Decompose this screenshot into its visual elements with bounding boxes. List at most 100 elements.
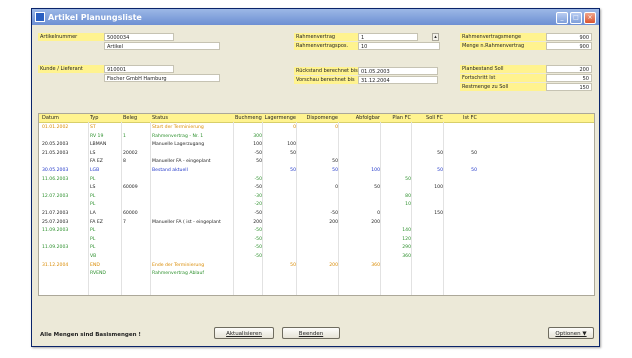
table-cell: -50 (254, 211, 262, 216)
table-cell (445, 262, 477, 269)
kunde-field[interactable]: 910001 (104, 65, 174, 73)
table-cell (340, 244, 380, 251)
column-header[interactable]: Dispomenge (298, 114, 338, 122)
table-cell: PL (90, 245, 96, 251)
optionen-label: Optionen ▼ (555, 331, 587, 337)
table-cell (264, 193, 296, 200)
kunde-label: Kunde / Lieferant (38, 65, 104, 73)
rahmenvertrag-field[interactable]: 1 (358, 33, 418, 41)
table-row[interactable]: 11.09.2003 PL -50 290 (39, 244, 594, 251)
artikel-description-field[interactable]: Artikel (104, 42, 220, 50)
table-row[interactable]: RVEND Rahmenvertrag Ablauf (39, 270, 594, 277)
table-cell (123, 253, 150, 260)
table-row[interactable]: 21.07.2003 LA 60000 -50 -50 0 150 (39, 210, 594, 217)
table-cell: LGB (90, 168, 100, 173)
table-cell (123, 201, 150, 208)
column-header[interactable]: Ist FC (445, 114, 477, 122)
table-cell (445, 158, 477, 165)
optionen-button[interactable]: Optionen ▼ (548, 327, 594, 339)
table-row[interactable]: 21.05.2003 LS 20002 -50 50 50 50 (39, 150, 594, 157)
table-cell: 100 (287, 142, 296, 148)
table-row[interactable]: VB -50 360 (39, 253, 594, 260)
column-header[interactable]: Abfolgbar (340, 114, 380, 122)
table-cell: -50 (254, 254, 262, 259)
planning-table[interactable]: Datum Typ Beleg Status Buchmenge Lagermenge Di… (38, 113, 595, 296)
table-cell: 21.05.2003 (42, 150, 69, 156)
table-row[interactable]: FA EZ 8 Manueller FA - eingeplant 50 50 (39, 158, 594, 165)
rahmenvertragsposition-label: Rahmenvertragspos. (294, 42, 358, 50)
table-cell: 0 (377, 211, 380, 216)
table-row[interactable]: 11.06.2003 PL -50 50 (39, 176, 594, 183)
title-bar[interactable]: Artikel Planungsliste _ □ × (32, 9, 599, 25)
table-row[interactable]: PL -50 120 (39, 236, 594, 243)
column-header[interactable]: Lagermenge (264, 114, 296, 122)
table-cell (413, 253, 443, 260)
table-cell (298, 227, 338, 234)
table-cell: 80 (405, 193, 411, 199)
column-header[interactable]: Plan FC (382, 114, 411, 122)
table-row[interactable]: RV 19 1 Rahmenvertrag - Nr. 1 300 (39, 133, 594, 140)
maximize-button[interactable]: □ (570, 12, 582, 24)
column-header[interactable]: Datum (42, 114, 88, 122)
aktualisieren-button[interactable]: Aktualisieren (214, 327, 274, 339)
table-cell (264, 219, 296, 226)
table-cell: 100 (253, 142, 262, 148)
table-cell (264, 158, 296, 165)
minimize-button[interactable]: _ (556, 12, 568, 24)
column-header[interactable]: Status (152, 114, 232, 122)
table-row[interactable]: PL -20 10 (39, 201, 594, 208)
table-cell: 360 (371, 262, 380, 268)
table-cell (382, 150, 411, 157)
table-cell (152, 150, 232, 157)
table-cell (235, 262, 262, 269)
menge-rahmenvertrag-field: 900 (546, 42, 592, 50)
table-cell (123, 124, 150, 131)
table-cell: -50 (254, 185, 262, 191)
beenden-button[interactable]: Beenden (282, 327, 340, 339)
column-header[interactable]: Buchmenge (235, 114, 262, 122)
column-header[interactable]: Beleg (123, 114, 150, 122)
table-cell (382, 219, 411, 226)
table-cell (264, 253, 296, 260)
kunde-name-field[interactable]: Fischer GmbH Hamburg (104, 74, 220, 82)
restmenge-label: Restmenge zu Soll (460, 83, 546, 91)
table-row[interactable]: 11.09.2003 PL -50 140 (39, 227, 594, 234)
table-row[interactable]: LS 60009 -50 0 50 100 (39, 184, 594, 191)
column-header[interactable]: Soll FC (413, 114, 443, 122)
close-button[interactable]: × (584, 12, 596, 24)
aktualisieren-label: Aktualisieren (226, 331, 262, 337)
table-cell: PL (90, 193, 96, 199)
table-cell (340, 176, 380, 183)
vorschau-field[interactable]: 31.12.2004 (358, 76, 438, 84)
table-row[interactable]: 25.07.2003 FA EZ 7 Manueller FA ( ist - ein… (39, 219, 594, 226)
table-row[interactable]: 01.01.2002 ST Start der Terminierung 0 0 (39, 124, 594, 131)
table-row[interactable]: 30.05.2003 LGB Bestand aktuell 50 50 100 50 50 (39, 167, 594, 174)
column-header[interactable]: Typ (90, 114, 121, 122)
artikelnummer-field[interactable]: 5000034 (104, 33, 174, 41)
table-cell (382, 124, 411, 131)
table-cell (445, 184, 477, 191)
table-cell: -50 (254, 228, 262, 234)
table-cell: 50 (290, 150, 296, 156)
rahmenvertragsposition-field[interactable]: 10 (358, 42, 440, 50)
rahmenvertrag-spinner[interactable]: ▴ (432, 33, 439, 41)
table-cell (42, 133, 88, 140)
table-row[interactable]: 12.07.2003 PL -30 80 (39, 193, 594, 200)
table-cell (413, 201, 443, 208)
table-cell (413, 244, 443, 251)
table-cell (152, 193, 232, 200)
table-row[interactable]: 20.05.2003 LBMAN Manuelle Lagerzugang 100 10… (39, 141, 594, 148)
table-cell (298, 270, 338, 277)
table-cell (382, 133, 411, 140)
table-cell (382, 141, 411, 148)
table-cell (340, 133, 380, 140)
table-cell (445, 270, 477, 277)
rueckstand-field[interactable]: 01.05.2003 (358, 67, 438, 75)
table-cell: -30 (254, 193, 262, 199)
table-row[interactable]: 31.12.2004 END Ende der Terminierung 50 200 3… (39, 262, 594, 269)
table-cell: 0 (335, 185, 338, 191)
table-cell: END (90, 262, 100, 268)
table-cell: 50 (471, 168, 477, 173)
planbestand-field: 200 (546, 65, 592, 73)
rueckstand-label: Rückstand berechnet bis (294, 67, 358, 75)
